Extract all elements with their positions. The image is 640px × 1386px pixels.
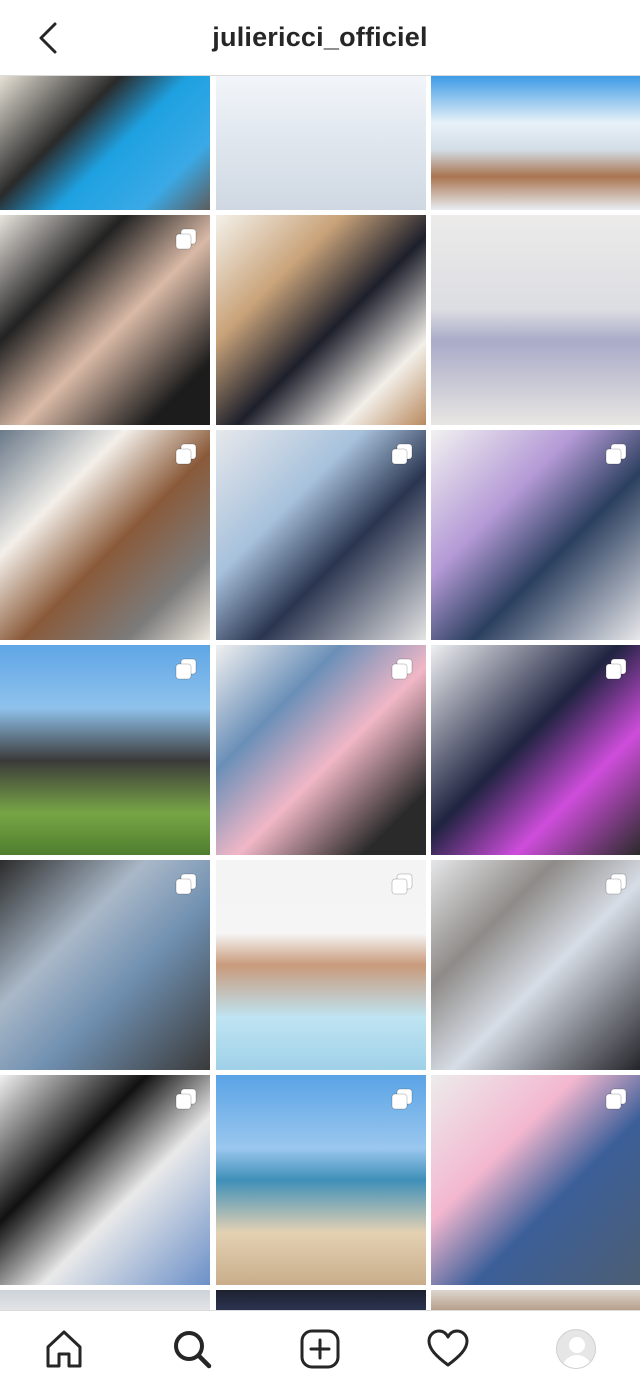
post-thumbnail[interactable]: [431, 76, 640, 210]
tab-activity[interactable]: [416, 1317, 480, 1381]
profile-avatar: [556, 1328, 596, 1369]
post-thumbnail[interactable]: [0, 1075, 210, 1285]
post-thumbnail[interactable]: [216, 1290, 426, 1310]
carousel-icon: [391, 443, 413, 465]
search-icon: [174, 1330, 212, 1368]
post-thumbnail[interactable]: [431, 1075, 640, 1285]
post-thumbnail[interactable]: [431, 215, 640, 425]
post-thumbnail[interactable]: [0, 215, 210, 425]
tab-profile[interactable]: [544, 1317, 608, 1381]
post-thumbnail[interactable]: [216, 76, 426, 210]
post-thumbnail[interactable]: [0, 430, 210, 640]
post-thumbnail[interactable]: [216, 1075, 426, 1285]
posts-grid: [0, 76, 640, 1310]
profile-username[interactable]: juliericci_officiel: [0, 22, 640, 53]
post-thumbnail[interactable]: [431, 860, 640, 1070]
tab-search[interactable]: [160, 1317, 224, 1381]
post-thumbnail[interactable]: [0, 1290, 210, 1310]
post-thumbnail[interactable]: [431, 430, 640, 640]
post-thumbnail[interactable]: [0, 645, 210, 855]
carousel-icon: [391, 1088, 413, 1110]
carousel-icon: [175, 228, 197, 250]
post-thumbnail[interactable]: [0, 76, 210, 210]
post-thumbnail[interactable]: [431, 1290, 640, 1310]
post-thumbnail[interactable]: [216, 645, 426, 855]
carousel-icon: [605, 443, 627, 465]
tab-add-post[interactable]: [288, 1317, 352, 1381]
bottom-tab-bar: [0, 1310, 640, 1386]
carousel-icon: [175, 1088, 197, 1110]
carousel-icon: [605, 658, 627, 680]
carousel-icon: [175, 658, 197, 680]
carousel-icon: [605, 873, 627, 895]
home-icon: [46, 1330, 82, 1367]
carousel-icon: [175, 873, 197, 895]
post-thumbnail[interactable]: [216, 430, 426, 640]
tab-home[interactable]: [32, 1317, 96, 1381]
add-post-icon: [300, 1329, 340, 1368]
heart-icon: [427, 1329, 469, 1366]
carousel-icon: [391, 873, 413, 895]
post-thumbnail[interactable]: [216, 215, 426, 425]
carousel-icon: [605, 1088, 627, 1110]
carousel-icon: [391, 658, 413, 680]
carousel-icon: [175, 443, 197, 465]
post-thumbnail[interactable]: [431, 645, 640, 855]
profile-header: juliericci_officiel: [0, 0, 640, 76]
post-thumbnail[interactable]: [216, 860, 426, 1070]
post-thumbnail[interactable]: [0, 860, 210, 1070]
